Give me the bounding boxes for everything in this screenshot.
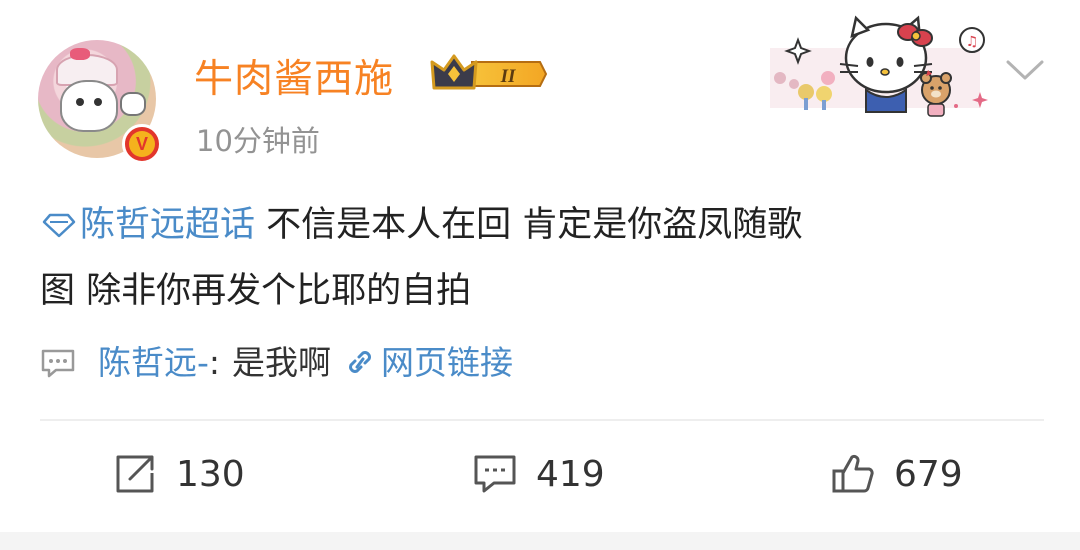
comment-bubble-icon <box>41 349 75 378</box>
hot-comment-separator: : <box>208 343 221 382</box>
avatar-face <box>60 80 118 132</box>
topic-diamond-icon <box>42 213 76 238</box>
chevron-down-icon[interactable] <box>1000 50 1050 90</box>
username[interactable]: 牛肉酱西施 <box>194 48 394 104</box>
link-icon <box>349 351 371 373</box>
hot-comment[interactable]: 陈哲远-: 是我啊 网页链接 <box>40 340 513 386</box>
post-body: 陈哲远超话 不信是本人在回 肯定是你盗凤随歌 图 除非你再发个比耶的自拍 <box>40 192 1040 324</box>
verified-v-icon: V <box>122 124 162 164</box>
topic-label[interactable]: 陈哲远超话 <box>80 205 255 245</box>
comment-button[interactable]: 419 <box>472 448 605 500</box>
topic-link[interactable]: 陈哲远超话 <box>40 205 255 245</box>
post-timestamp: 10分钟前 <box>196 124 320 158</box>
repost-count: 130 <box>176 453 245 495</box>
post-text-line1: 不信是本人在回 肯定是你盗凤随歌 <box>255 205 803 245</box>
member-level-label: II <box>500 66 516 87</box>
bottom-strip <box>0 532 1080 550</box>
web-link[interactable]: 网页链接 <box>343 340 513 386</box>
web-link-label[interactable]: 网页链接 <box>381 340 513 386</box>
avatar-bow <box>70 48 90 60</box>
avatar-eye <box>94 98 102 106</box>
avatar-fist <box>120 92 146 116</box>
crown-badge-icon[interactable]: II <box>428 52 548 96</box>
divider <box>40 419 1044 421</box>
svg-text:♫: ♫ <box>966 34 979 50</box>
weibo-post-card: V 牛肉酱西施 II 10分钟前 ♫ 陈哲远超话 不信是本人在回 肯定是你盗凤随… <box>0 0 1080 550</box>
hot-comment-body: 是我啊 <box>232 343 332 382</box>
like-count: 679 <box>894 453 963 495</box>
post-text-line2: 图 除非你再发个比耶的自拍 <box>40 271 472 311</box>
repost-icon <box>116 455 154 493</box>
repost-button[interactable]: 130 <box>112 448 245 500</box>
hot-comment-author[interactable]: 陈哲远- <box>98 340 209 386</box>
hello-kitty-decoration: ♫ <box>770 15 988 117</box>
comment-count: 419 <box>536 453 605 495</box>
avatar[interactable]: V <box>38 40 162 164</box>
avatar-eye <box>76 98 84 106</box>
comment-icon <box>474 455 516 493</box>
like-thumb-icon <box>832 454 874 493</box>
like-button[interactable]: 679 <box>830 448 963 500</box>
